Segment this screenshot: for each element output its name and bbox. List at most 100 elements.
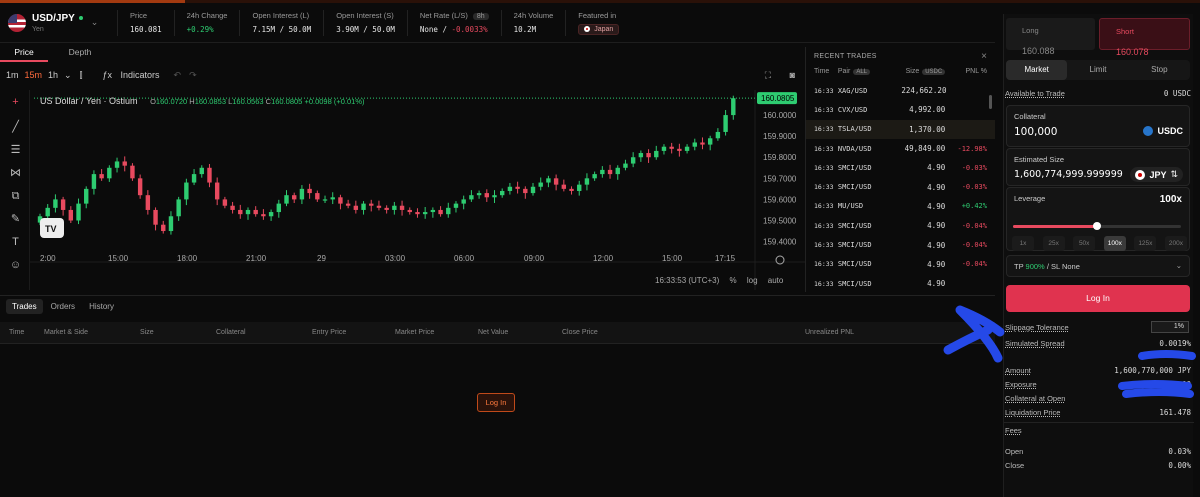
trade-pair: SMCI/USD: [837, 163, 872, 172]
available-row: Available to Trade 0 USDC: [1005, 89, 1191, 98]
candle-body: [153, 209, 158, 225]
candle-body: [338, 197, 343, 204]
timeframe-1m[interactable]: 1m: [6, 70, 19, 80]
size-currency-select[interactable]: JPY ⇅: [1130, 167, 1183, 182]
candle-body: [122, 161, 127, 166]
trade-row[interactable]: 16:33 TSLA/USD 1,370.00: [806, 119, 995, 139]
live-dot-icon: [78, 15, 83, 20]
leverage-slider-handle[interactable]: [1093, 222, 1101, 230]
timeframe-chevron-icon[interactable]: ⌄: [64, 70, 72, 81]
close-icon[interactable]: ×: [981, 51, 987, 62]
candle-body: [469, 195, 474, 200]
candle-body: [546, 178, 551, 183]
tab-trades[interactable]: Trades: [6, 299, 43, 314]
tab-depth[interactable]: Depth: [48, 44, 112, 62]
projection-icon[interactable]: ⧉: [8, 189, 23, 204]
settings-icon[interactable]: [775, 255, 785, 265]
trade-row[interactable]: 16:33 CVX/USD 4,992.00: [806, 100, 995, 119]
leverage-200x[interactable]: 200x: [1164, 236, 1187, 251]
net-rate-period-select[interactable]: 8h: [472, 13, 489, 20]
positions-login-button[interactable]: Log In: [477, 393, 515, 412]
trade-row[interactable]: 16:33 NVDA/USD 49,849.00 -12.98%: [806, 139, 995, 158]
trade-row[interactable]: 16:33 SMCI/USD 4.90 -0.04%: [806, 235, 995, 254]
crosshair-icon[interactable]: +: [8, 95, 23, 110]
candle-body: [76, 203, 81, 221]
slippage-input[interactable]: 1%: [1151, 321, 1189, 333]
candle-body: [130, 165, 135, 179]
candle-body: [322, 199, 328, 201]
trade-row[interactable]: 16:33 SMCI/USD 4.90 -0.04%: [806, 216, 995, 235]
stat-open-interest-long: Open Interest (L) 7.15M / 50.0M: [239, 9, 323, 36]
candle-body: [399, 205, 405, 210]
candle-body: [623, 163, 628, 168]
leverage-slider[interactable]: [1013, 222, 1181, 230]
tp-sl-dropdown[interactable]: TP 900% / SL None ⌄: [1006, 255, 1190, 277]
candle-body: [615, 167, 620, 175]
candle-body: [476, 193, 482, 196]
login-button[interactable]: Log In: [1006, 285, 1190, 312]
scrollbar[interactable]: [989, 95, 992, 109]
tab-history[interactable]: History: [83, 299, 120, 314]
tab-stop[interactable]: Stop: [1129, 60, 1190, 80]
indicators-button[interactable]: ƒx Indicators: [96, 70, 159, 80]
candle-body: [276, 203, 282, 213]
candle-body: [553, 178, 559, 185]
recent-trades-header: Time Pair ALL Size USDC PNL %: [814, 68, 987, 75]
trade-row[interactable]: 16:33 SMCI/USD 4.90 -0.03%: [806, 177, 995, 196]
timeframe-15m[interactable]: 15m: [25, 70, 43, 80]
pair-selector[interactable]: USD/JPY Yen ⌄: [0, 13, 117, 33]
trendline-icon[interactable]: ╱: [8, 120, 23, 135]
chevron-down-icon[interactable]: ⌄: [91, 17, 99, 28]
fullscreen-icon[interactable]: ⛶: [765, 70, 771, 81]
candle-body: [238, 209, 243, 215]
redo-icon[interactable]: ↷: [189, 70, 197, 81]
candle-body: [345, 203, 351, 206]
long-button[interactable]: Long 160.088: [1006, 18, 1095, 56]
candle-body: [669, 146, 674, 149]
featured-japan-badge[interactable]: Japan: [578, 23, 620, 35]
log-toggle[interactable]: log: [747, 276, 758, 285]
size-unit-chip[interactable]: USDC: [922, 69, 946, 75]
tab-market[interactable]: Market: [1006, 60, 1068, 80]
percent-toggle[interactable]: %: [730, 276, 737, 285]
trade-row[interactable]: 16:33 SMCI/USD 4.90 -0.04%: [806, 255, 995, 274]
text-icon[interactable]: T: [8, 235, 23, 250]
leverage-50x[interactable]: 50x: [1073, 236, 1096, 251]
tab-price[interactable]: Price: [0, 44, 48, 62]
spread-row: Simulated Spread 0.0019%: [1005, 339, 1191, 348]
leverage-25x[interactable]: 25x: [1042, 236, 1065, 251]
tab-orders[interactable]: Orders: [45, 299, 81, 314]
candle-body: [392, 205, 397, 210]
stat-24h-volume: 24h Volume 10.2M: [500, 9, 566, 36]
trade-row[interactable]: 16:33 SMCI/USD 4.90: [806, 274, 995, 292]
auto-toggle[interactable]: auto: [768, 276, 784, 285]
amount-row: Amount 1,600,770,000 JPY: [1005, 366, 1191, 375]
candle-body: [569, 188, 574, 191]
pair-filter-chip[interactable]: ALL: [853, 69, 870, 75]
fib-icon[interactable]: ☰: [8, 143, 23, 158]
trade-row[interactable]: 16:33 MU/USD 4.90 +0.42%: [806, 197, 995, 216]
stat-net-rate: Net Rate (L/S) 8h None / -0.0033%: [406, 9, 501, 36]
leverage-100x[interactable]: 100x: [1103, 236, 1126, 251]
trade-row[interactable]: 16:33 SMCI/USD 4.90 -0.03%: [806, 158, 995, 177]
brush-icon[interactable]: ✎: [8, 212, 23, 227]
candle-body: [453, 203, 459, 208]
candle-type-icon[interactable]: ⫿: [80, 70, 83, 81]
price-chart[interactable]: 160.0000 159.9000 159.8000 159.7000 159.6000…: [30, 90, 805, 290]
collateral-open-row: Collateral at Open: [1005, 394, 1066, 403]
collateral-field[interactable]: Collateral 100,000 USDC: [1006, 105, 1190, 147]
pattern-icon[interactable]: ⋈: [8, 166, 23, 181]
leverage-1x[interactable]: 1x: [1012, 236, 1034, 251]
undo-icon[interactable]: ↶: [174, 70, 182, 81]
emoji-icon[interactable]: ☺: [8, 258, 23, 273]
stat-price: Price 160.081: [117, 9, 174, 36]
trade-row[interactable]: 16:33 XAG/USD 224,662.20: [806, 81, 995, 100]
trade-time: 16:33: [814, 279, 834, 288]
estimated-size-field[interactable]: Estimated Size 1,600,774,999.999999 JPY ⇅: [1006, 148, 1190, 186]
camera-icon[interactable]: ◙: [790, 70, 795, 80]
tab-limit[interactable]: Limit: [1067, 60, 1128, 80]
short-button[interactable]: Short 160.078: [1099, 18, 1190, 57]
leverage-125x[interactable]: 125x: [1134, 236, 1157, 251]
candle-body: [199, 167, 204, 175]
timeframe-1h[interactable]: 1h: [48, 70, 58, 80]
